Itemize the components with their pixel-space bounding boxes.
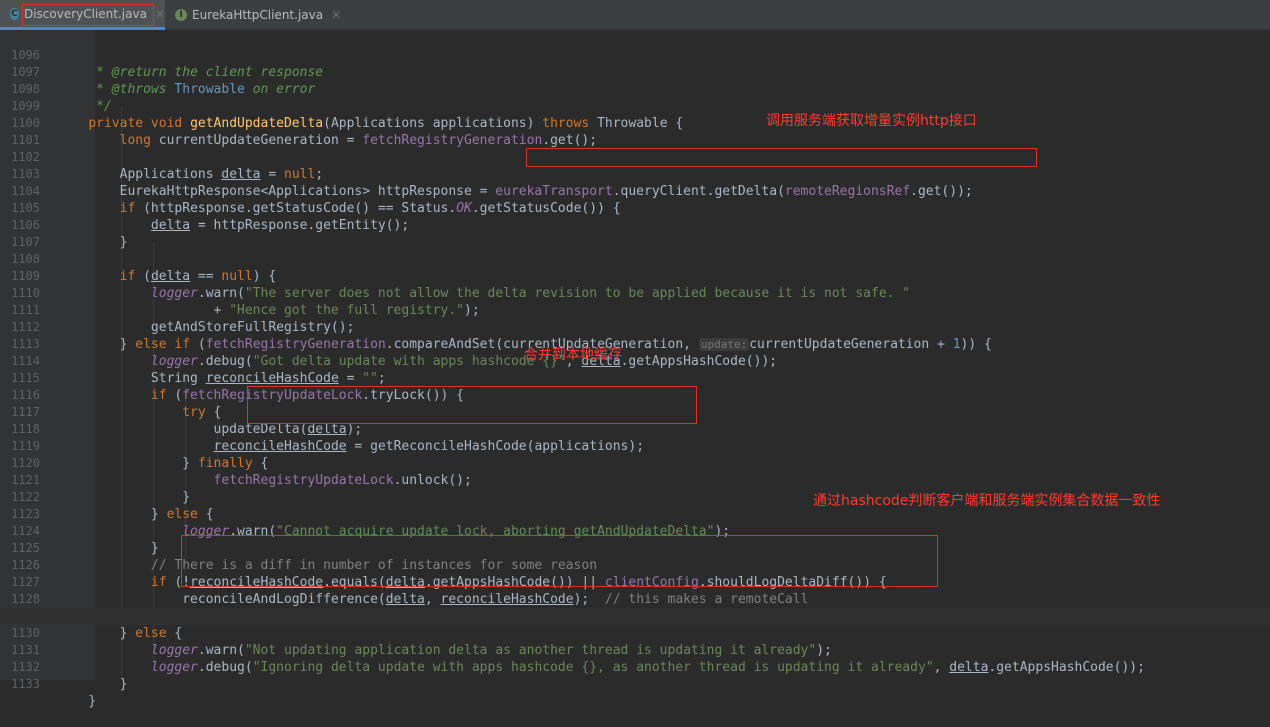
code-line: 1108 if (delta == null) { (0, 234, 1270, 284)
editor-tab-bar: C DiscoveryClient.java ✕ I EurekaHttpCli… (0, 0, 1270, 30)
code-line: 1113 logger.debug("Got delta update with… (0, 319, 1270, 369)
highlight-box-tab (22, 4, 154, 26)
code-line: 1133 } (0, 659, 1270, 709)
close-icon[interactable]: ✕ (331, 8, 341, 22)
code-line: 1100 long currentUpdateGeneration = fetc… (0, 98, 1270, 148)
code-line: 1111 getAndStoreFullRegistry(); (0, 285, 1270, 335)
code-line: 1129 } else { (0, 591, 1270, 641)
code-line: 1104 if (httpResponse.getStatusCode() ==… (0, 166, 1270, 216)
code-line: 1106 } (0, 200, 1270, 250)
annotation-merge-cache: 合并到本地缓存 (524, 347, 622, 363)
code-text: } (57, 694, 97, 709)
code-line: 1098 */ (0, 64, 1270, 114)
line-number: 1133 (11, 677, 40, 691)
close-icon[interactable]: ✕ (155, 7, 165, 21)
tab-eurekahttpclient[interactable]: I EurekaHttpClient.java ✕ (167, 0, 342, 30)
tab-label: EurekaHttpClient.java (192, 8, 324, 22)
code-line: 1121 } (0, 455, 1270, 505)
code-line: 1096 * @return the client response (0, 30, 1270, 80)
annotation-getdelta: 调用服务端获取增量实例http接口 (766, 113, 977, 129)
code-line: 1110 + "Hence got the full registry."); (0, 268, 1270, 318)
code-line: 1099 private void getAndUpdateDelta(Appl… (0, 81, 1270, 131)
interface-icon: I (175, 9, 187, 21)
code-line: 1102 Applications delta = null; (0, 132, 1270, 182)
code-line: 1109 logger.warn("The server does not al… (0, 251, 1270, 301)
code-line: 1131 logger.debug("Ignoring delta update… (0, 625, 1270, 675)
code-line-current: 1130 logger.warn("Not updating applicati… (0, 608, 1270, 658)
highlight-box-hashcode (181, 535, 938, 587)
highlight-box-updatedelta (247, 386, 697, 424)
code-line: 1101 (0, 115, 1270, 147)
code-line: 1120 fetchRegistryUpdateLock.unlock(); (0, 438, 1270, 488)
code-line: 1122 } else { (0, 472, 1270, 522)
code-line: 1105 delta = httpResponse.getEntity(); (0, 183, 1270, 233)
code-line: 1097 * @throws Throwable on error (0, 47, 1270, 97)
code-line: 1132 } (0, 642, 1270, 692)
code-line: 1107 (0, 217, 1270, 249)
code-line: 1115 if (fetchRegistryUpdateLock.tryLock… (0, 353, 1270, 403)
class-icon: C (10, 7, 19, 20)
code-line: 1114 String reconcileHashCode = ""; (0, 336, 1270, 386)
code-editor[interactable]: 1096 * @return the client response 1097 … (0, 30, 1270, 709)
highlight-box-getdelta (526, 148, 1037, 167)
annotation-hashcode-check: 通过hashcode判断客户端和服务端实例集合数据一致性 (813, 493, 1161, 509)
code-line: 1112 } else if (fetchRegistryGeneration.… (0, 302, 1270, 352)
code-text: } (57, 677, 128, 692)
code-line: 1116 try { (0, 370, 1270, 420)
